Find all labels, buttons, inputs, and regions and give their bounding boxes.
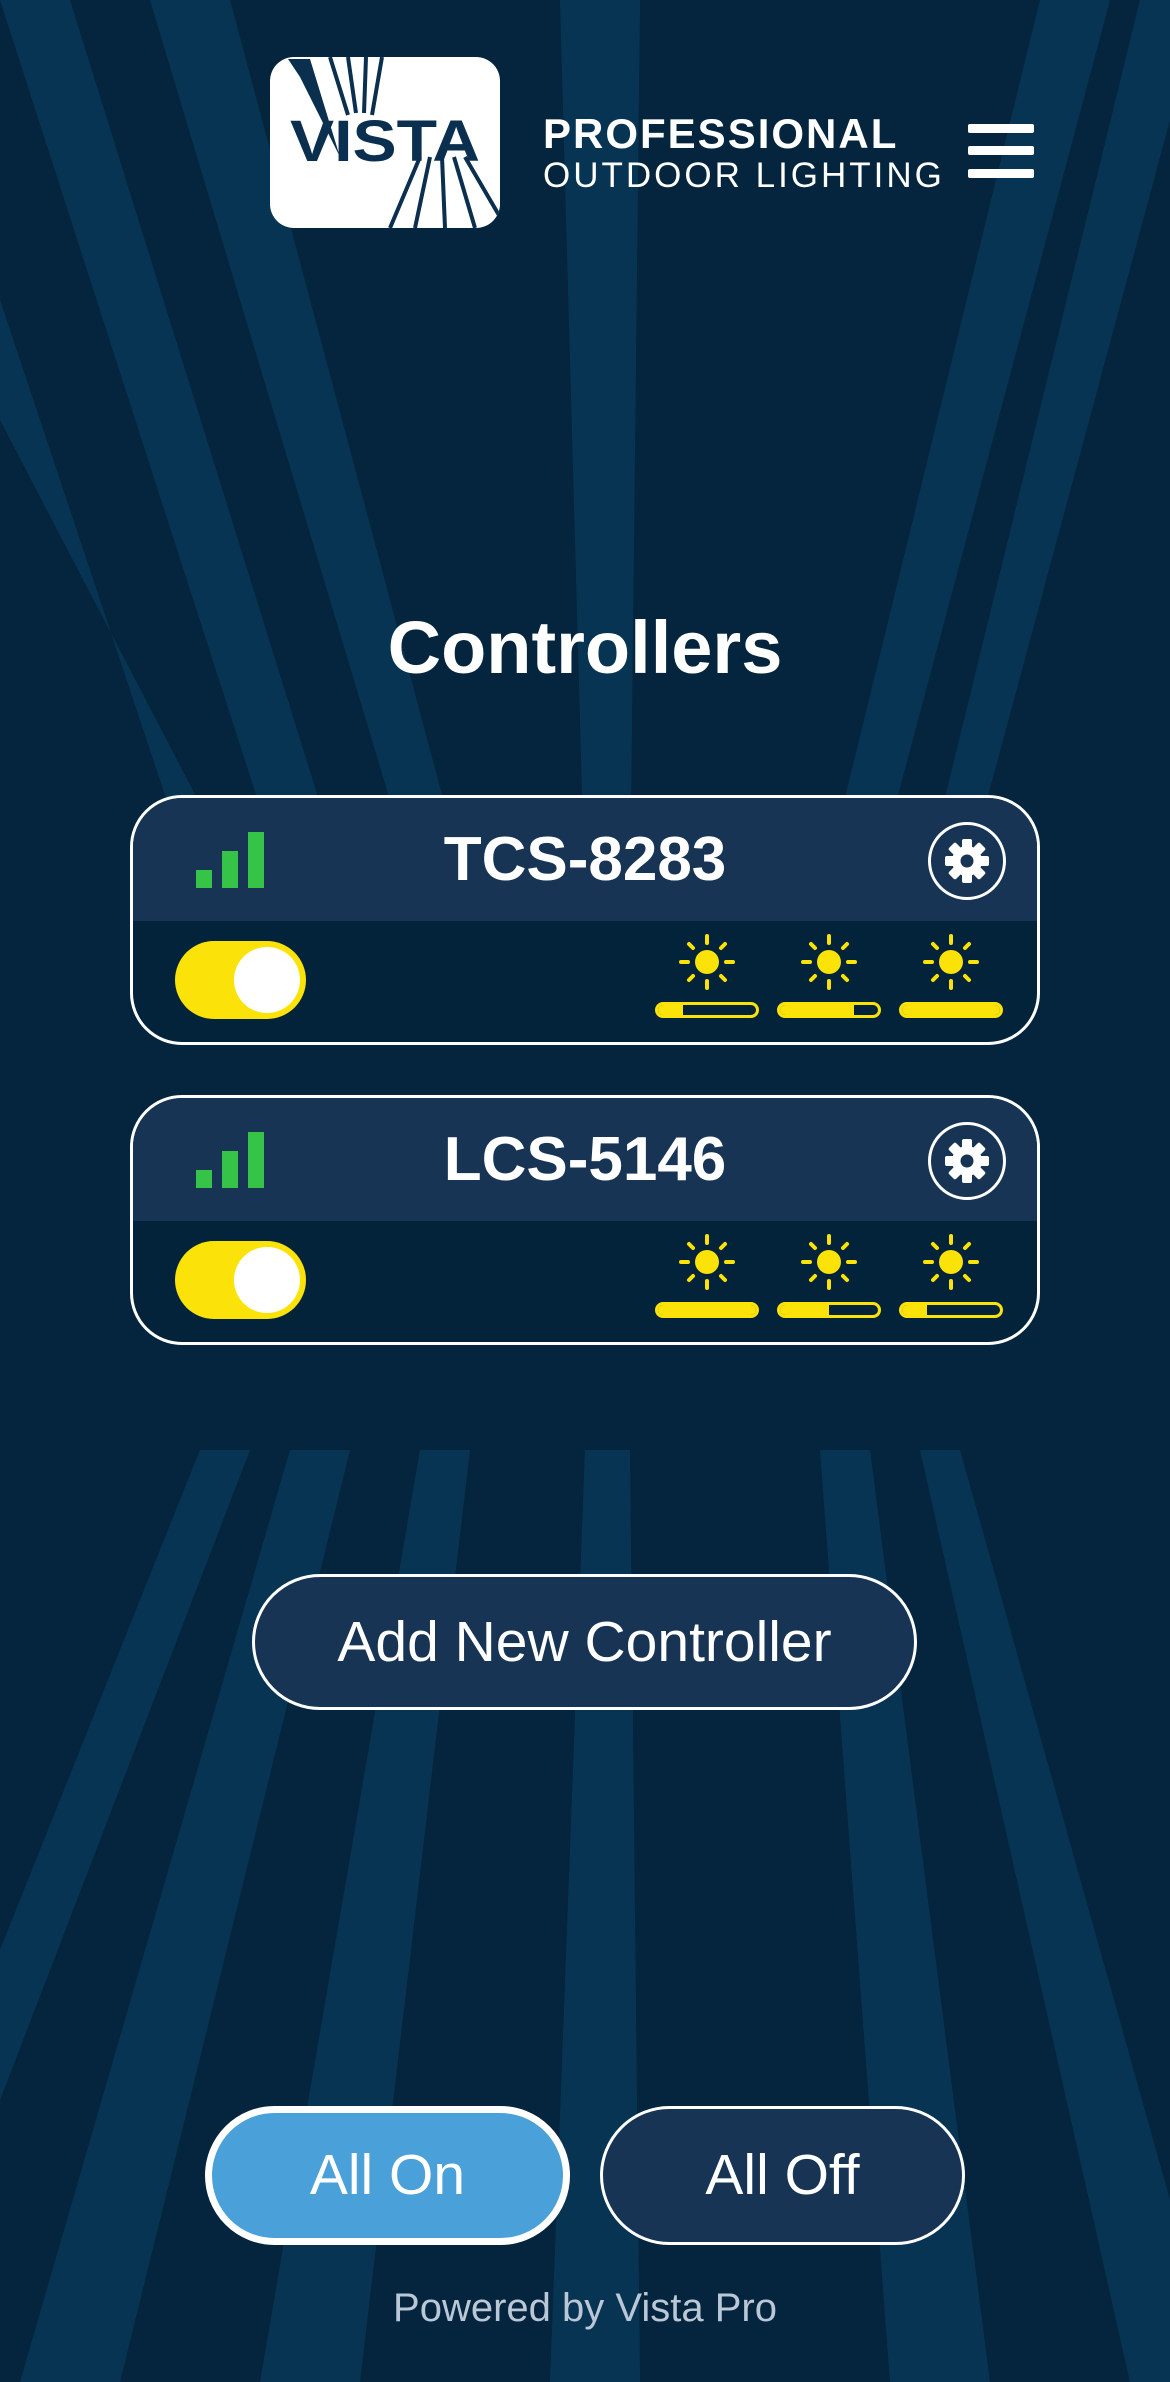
sun-icon [801, 934, 857, 990]
page-title: Controllers [387, 606, 783, 689]
toggle-knob [234, 947, 300, 1013]
controller-power-toggle[interactable] [175, 941, 306, 1019]
controller-power-toggle[interactable] [175, 1241, 306, 1319]
sun-icon [679, 934, 735, 990]
zone-level-fill [780, 1005, 854, 1015]
sun-icon [801, 1234, 857, 1290]
zone-level-bar [655, 1002, 759, 1018]
footer-powered-by: Powered by Vista Pro [393, 2286, 777, 2330]
hamburger-menu-icon[interactable] [968, 124, 1034, 178]
zone-level-fill [902, 1305, 927, 1315]
controller-card-header [133, 1098, 1037, 1221]
zone-level-bar [777, 1302, 881, 1318]
sun-icon [923, 1234, 979, 1290]
toggle-knob [234, 1247, 300, 1313]
zone-brightness-control[interactable] [899, 1232, 1003, 1322]
controller-settings-button[interactable] [928, 822, 1006, 900]
app-screen: VISTA PROFESSIONAL OUTDOOR LIGHTING Cont… [0, 0, 1170, 2382]
zone-level-bar [655, 1302, 759, 1318]
zone-level-fill [658, 1005, 683, 1015]
zone-level-fill [780, 1305, 829, 1315]
brand-tagline-professional: PROFESSIONAL [543, 110, 899, 157]
add-new-controller-button[interactable]: Add New Controller [252, 1574, 917, 1710]
controller-card: TCS-8283 [130, 795, 1040, 1045]
zone-brightness-control[interactable] [899, 932, 1003, 1022]
svg-text:VISTA: VISTA [290, 109, 480, 174]
all-on-button[interactable]: All On [205, 2106, 570, 2245]
gear-icon [945, 1139, 989, 1183]
zone-level-fill [658, 1305, 756, 1315]
vista-logo: VISTA [270, 57, 500, 228]
gear-icon [945, 839, 989, 883]
zone-level-fill [902, 1005, 1000, 1015]
all-off-button[interactable]: All Off [600, 2106, 965, 2245]
signal-strength-icon [196, 832, 266, 888]
zone-brightness-control[interactable] [655, 1232, 759, 1322]
zone-level-bar [777, 1002, 881, 1018]
controller-settings-button[interactable] [928, 1122, 1006, 1200]
controller-card: LCS-5146 [130, 1095, 1040, 1345]
sun-icon [923, 934, 979, 990]
zone-brightness-control[interactable] [655, 932, 759, 1022]
zone-level-bar [899, 1302, 1003, 1318]
sun-icon [679, 1234, 735, 1290]
controller-card-header [133, 798, 1037, 921]
zone-level-bar [899, 1002, 1003, 1018]
brand-tagline-outdoor-lighting: OUTDOOR LIGHTING [543, 156, 945, 195]
zone-brightness-control[interactable] [777, 932, 881, 1022]
zone-brightness-control[interactable] [777, 1232, 881, 1322]
signal-strength-icon [196, 1132, 266, 1188]
